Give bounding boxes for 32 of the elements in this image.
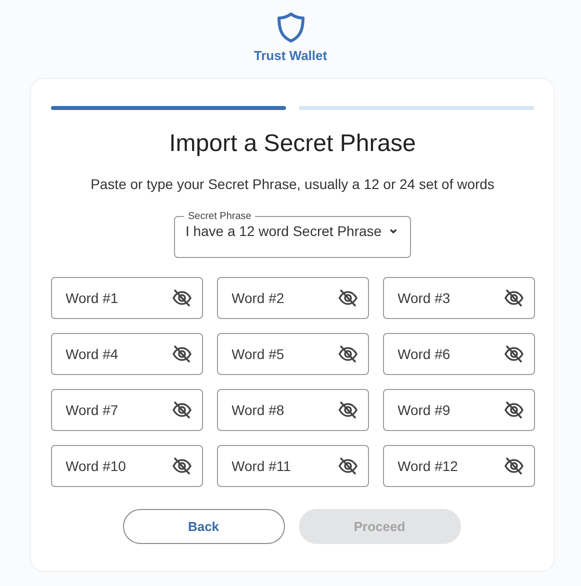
subtitle: Paste or type your Secret Phrase, usually a 12 or 24 set of words [90, 176, 494, 192]
hidden-eye-icon[interactable] [172, 457, 192, 475]
brand-name: Trust Wallet [254, 48, 328, 63]
word-input-field[interactable]: Word #8 [216, 389, 368, 431]
hidden-eye-icon[interactable] [504, 345, 524, 363]
word-input-field[interactable]: Word #10 [50, 445, 202, 487]
word-input-field[interactable]: Word #4 [50, 333, 202, 375]
hidden-eye-icon[interactable] [172, 345, 192, 363]
shield-logo-icon [276, 12, 304, 43]
hidden-eye-icon[interactable] [338, 289, 358, 307]
hidden-eye-icon[interactable] [172, 289, 192, 307]
word-input-field[interactable]: Word #6 [382, 333, 534, 375]
hidden-eye-icon[interactable] [504, 401, 524, 419]
hidden-eye-icon[interactable] [338, 457, 358, 475]
hidden-eye-icon[interactable] [172, 401, 192, 419]
word-input-field[interactable]: Word #2 [216, 277, 368, 319]
word-input-field[interactable]: Word #5 [216, 333, 368, 375]
hidden-eye-icon[interactable] [504, 457, 524, 475]
hidden-eye-icon[interactable] [504, 289, 524, 307]
word-input-field[interactable]: Word #12 [382, 445, 534, 487]
word-input-field[interactable]: Word #3 [382, 277, 534, 319]
phrase-length-dropdown[interactable]: Secret Phrase I have a 12 word Secret Phrase ⌄ [174, 211, 411, 258]
hidden-eye-icon[interactable] [338, 345, 358, 363]
word-input-field[interactable]: Word #7 [50, 389, 202, 431]
caret-icon: ⌄ [388, 221, 400, 235]
word-input-field[interactable]: Word #11 [216, 445, 368, 487]
word-input-field[interactable]: Word #9 [382, 389, 534, 431]
back-button[interactable]: Back [122, 509, 284, 544]
dropdown-label: Secret Phrase [187, 211, 252, 222]
hidden-eye-icon[interactable] [338, 401, 358, 419]
word-input-field[interactable]: Word #1 [50, 277, 202, 319]
page-title: Import a Secret Phrase [169, 130, 416, 158]
